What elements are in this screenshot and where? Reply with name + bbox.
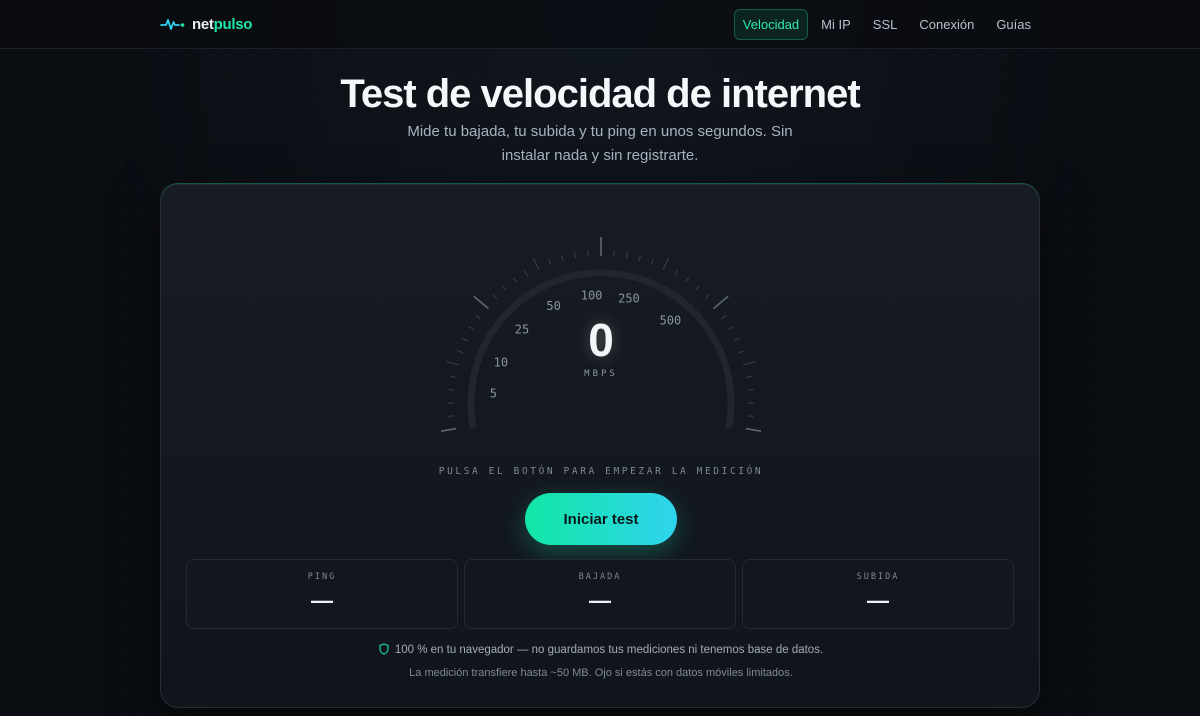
brand-logo-link[interactable]: netpulso (160, 13, 252, 35)
gauge-tick (684, 277, 690, 283)
privacy-text: 100 % en tu navegador — no guardamos tus… (394, 644, 824, 656)
gauge-tick (573, 252, 576, 259)
stat-card-bajada: BAJADA — (464, 559, 736, 629)
gauge-tick (524, 270, 528, 276)
gauge-tick (448, 415, 455, 417)
gauge-tick (587, 250, 589, 257)
gauge-tick (674, 270, 678, 276)
main-nav: Velocidad Mi IP SSL Conexión Guías (733, 9, 1040, 40)
gauge-hint: PULSA EL BOTÓN PARA EMPEZAR LA MEDICIÓN (438, 466, 764, 477)
gauge-tick (613, 250, 615, 257)
gauge-tick (747, 389, 754, 391)
stat-card-subida: SUBIDA — (742, 559, 1014, 629)
gauge-scale-label: 50 (546, 299, 560, 313)
stat-value: — (589, 588, 611, 613)
pulse-icon (160, 19, 185, 30)
gauge-tick (502, 285, 507, 291)
start-test-button[interactable]: Iniciar test (525, 493, 677, 545)
gauge-tick (512, 277, 518, 283)
gauge-value: 0 (588, 314, 614, 366)
gauge-scale-label: 250 (618, 292, 640, 306)
gauge-tick (473, 295, 489, 310)
page-title: Test de velocidad de internet (340, 72, 860, 116)
gauge-tick (747, 415, 754, 417)
gauge-tick (745, 427, 761, 433)
nav-item-velocidad[interactable]: Velocidad (733, 9, 809, 40)
gauge-scale-label: 100 (581, 288, 603, 302)
stat-label: SUBIDA (856, 572, 900, 582)
gauge-tick (638, 255, 642, 262)
brand-name: netpulso (192, 15, 253, 33)
nav-item-conexion[interactable]: Conexión (910, 9, 983, 40)
gauge-tick (626, 252, 629, 259)
gauge-tick (704, 294, 710, 300)
gauge-tick (713, 295, 729, 310)
nav-item-ssl[interactable]: SSL (864, 9, 907, 40)
stat-label: BAJADA (578, 572, 622, 582)
top-navigation-bar: netpulso Velocidad Mi IP SSL Conexión Gu… (0, 0, 1200, 49)
stat-value: — (867, 588, 889, 613)
gauge-tick (441, 427, 457, 433)
stat-card-ping: PING — (186, 559, 458, 629)
nav-item-guias[interactable]: Guías (987, 9, 1040, 40)
privacy-notice: 100 % en tu navegador — no guardamos tus… (161, 643, 1041, 656)
nav-item-mi-ip[interactable]: Mi IP (812, 9, 860, 40)
page-subtitle: Mide tu bajada, tu subida y tu ping en u… (407, 123, 793, 164)
data-usage-note: La medición transfiere hasta ~50 MB. Ojo… (409, 667, 793, 679)
stat-value: — (311, 588, 333, 613)
gauge-unit: MBPS (584, 369, 618, 379)
stats-row: PING — BAJADA — SUBIDA — (186, 559, 1016, 629)
speed-test-card: 5 10 25 50 100 250 500 0 MBPS PULSA EL BOTÓN P… (160, 184, 1040, 708)
gauge-tick (492, 294, 498, 300)
gauge-tick (532, 257, 540, 270)
gauge-tick (695, 285, 700, 291)
stat-label: PING (307, 572, 337, 582)
gauge-tick (650, 259, 654, 266)
gauge-tick (662, 257, 670, 270)
gauge-tick (548, 259, 552, 266)
gauge-tick (448, 389, 455, 391)
shield-icon (379, 643, 389, 655)
gauge-scale-label: 5 (490, 387, 497, 401)
gauge-tick (560, 255, 564, 262)
